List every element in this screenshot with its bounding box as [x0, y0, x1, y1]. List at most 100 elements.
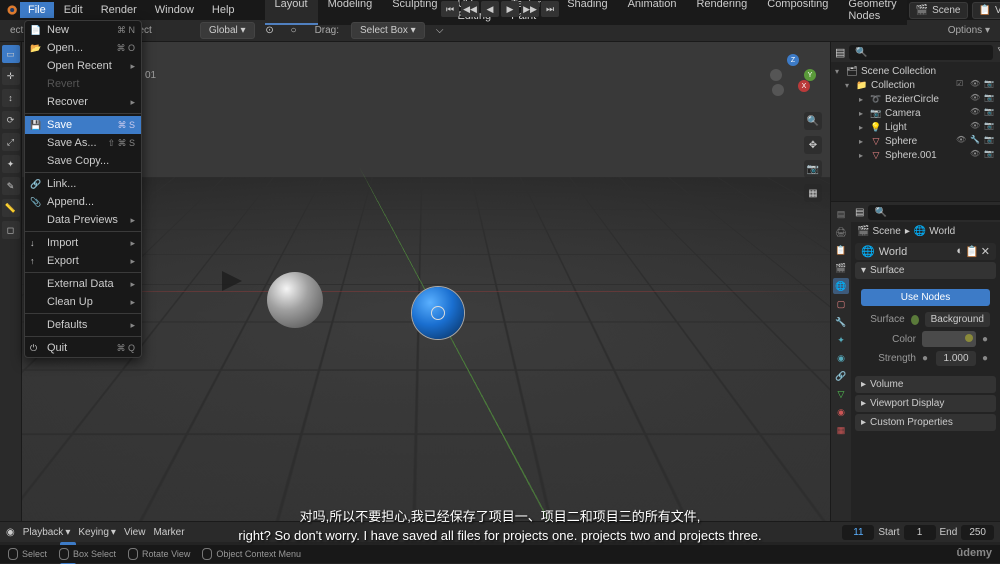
- tool-move[interactable]: ↕: [2, 89, 20, 107]
- tab-particles[interactable]: ✦: [833, 332, 849, 348]
- toggle-visible[interactable]: 👁: [970, 107, 982, 119]
- tool-select-box[interactable]: ▭: [2, 45, 20, 63]
- toggle-visible[interactable]: 👁: [970, 79, 982, 91]
- property-search[interactable]: [868, 205, 1000, 220]
- zoom-button[interactable]: 🔍: [804, 112, 822, 130]
- camera-object[interactable]: [222, 267, 258, 291]
- timeline-mode-icon[interactable]: ◉: [6, 527, 15, 538]
- toggle-visible[interactable]: 👁: [970, 93, 982, 105]
- outliner-search[interactable]: [849, 45, 993, 60]
- pan-button[interactable]: ✥: [804, 136, 822, 154]
- gizmo-neg-x[interactable]: [770, 69, 782, 81]
- play[interactable]: ▶: [501, 1, 519, 17]
- node-socket-icon[interactable]: [911, 315, 919, 325]
- color-picker[interactable]: [922, 331, 976, 347]
- menu-new[interactable]: 📄New⌘ N: [25, 21, 141, 39]
- strength-value[interactable]: 1.000: [936, 351, 976, 366]
- menu-save-as[interactable]: Save As...⇧ ⌘ S: [25, 134, 141, 152]
- node-socket-icon[interactable]: ●: [982, 353, 990, 364]
- viewlayer-selector[interactable]: 📋 ViewLayer: [972, 2, 1000, 19]
- node-socket-icon[interactable]: ●: [922, 353, 930, 364]
- menu-recover[interactable]: Recover▸: [25, 93, 141, 111]
- surface-value[interactable]: Background: [925, 312, 990, 327]
- menu-edit[interactable]: Edit: [56, 2, 91, 18]
- scene-selector[interactable]: 🎬 Scene: [909, 2, 968, 19]
- menu-save-copy[interactable]: Save Copy...: [25, 152, 141, 170]
- toggle-mod[interactable]: 🔧: [970, 135, 982, 147]
- current-frame[interactable]: 11: [842, 525, 874, 540]
- tab-viewlayer[interactable]: 📋: [833, 242, 849, 258]
- disclosure-icon[interactable]: ▸: [859, 137, 867, 146]
- sphere-selected-object[interactable]: [412, 287, 464, 339]
- node-socket-icon[interactable]: ●: [982, 334, 990, 345]
- toggle-exclude[interactable]: ☑: [956, 79, 968, 91]
- outliner-item-bezier[interactable]: ▸ ➰ BezierCircle 👁📷: [831, 92, 1000, 106]
- next-key[interactable]: ▶▶: [521, 1, 539, 17]
- gizmo-neg-y[interactable]: [772, 84, 784, 96]
- 3d-viewport[interactable]: Z Y X 🔍 ✥ 📷 ▦: [22, 42, 830, 521]
- disclosure-icon[interactable]: ▸: [859, 95, 867, 104]
- menu-clean-up[interactable]: Clean Up▸: [25, 293, 141, 311]
- menu-quit[interactable]: ⏻Quit⌘ Q: [25, 339, 141, 357]
- marker-menu[interactable]: Marker: [153, 527, 184, 538]
- use-nodes-button[interactable]: Use Nodes: [861, 289, 990, 306]
- tool-annotate[interactable]: ✎: [2, 177, 20, 195]
- gizmo-y-axis[interactable]: Y: [804, 69, 816, 81]
- tab-render[interactable]: ▤: [833, 206, 849, 222]
- unlink-icon[interactable]: ✕: [981, 245, 990, 258]
- tool-rotate[interactable]: ⟳: [2, 111, 20, 129]
- toggle-render[interactable]: 📷: [984, 107, 996, 119]
- panel-header-custom[interactable]: ▸Custom Properties: [855, 414, 996, 431]
- ws-compositing[interactable]: Compositing: [757, 0, 838, 25]
- bc-world[interactable]: 🌐World: [914, 226, 955, 237]
- menu-import[interactable]: ↓Import▸: [25, 234, 141, 252]
- new-icon[interactable]: ◐: [956, 245, 963, 258]
- tab-object[interactable]: ▢: [833, 296, 849, 312]
- toggle-render[interactable]: 📷: [984, 135, 996, 147]
- tab-texture[interactable]: ▦: [833, 422, 849, 438]
- toggle-visible[interactable]: 👁: [970, 121, 982, 133]
- disclosure-icon[interactable]: ▸: [859, 123, 867, 132]
- toggle-render[interactable]: 📷: [984, 149, 996, 161]
- toggle-render[interactable]: 📷: [984, 79, 996, 91]
- menu-defaults[interactable]: Defaults▸: [25, 316, 141, 334]
- gizmo-z-axis[interactable]: Z: [787, 54, 799, 66]
- menu-file[interactable]: File: [20, 2, 54, 18]
- keying-menu[interactable]: Keying ▾: [78, 527, 116, 538]
- jump-start[interactable]: ⏮: [441, 1, 459, 17]
- menu-link[interactable]: 🔗Link...: [25, 175, 141, 193]
- end-frame[interactable]: 250: [961, 525, 994, 540]
- orientation-select[interactable]: Global ▾: [200, 22, 255, 39]
- gizmo-x-axis[interactable]: X: [798, 80, 810, 92]
- perspective-button[interactable]: ▦: [804, 184, 822, 202]
- camera-view-button[interactable]: 📷: [804, 160, 822, 178]
- outliner-item-sphere001[interactable]: ▸ ▽ Sphere.001 👁📷: [831, 148, 1000, 162]
- bc-scene[interactable]: 🎬Scene: [857, 226, 901, 237]
- property-mode-icon[interactable]: ▤: [855, 207, 864, 218]
- outliner-item-sphere[interactable]: ▸ ▽ Sphere 👁🔧📷: [831, 134, 1000, 148]
- sphere-object[interactable]: [267, 272, 323, 328]
- menu-open-recent[interactable]: Open Recent▸: [25, 57, 141, 75]
- tab-scene[interactable]: 🎬: [833, 260, 849, 276]
- tab-world[interactable]: 🌐: [833, 278, 849, 294]
- prev-key[interactable]: ◀◀: [461, 1, 479, 17]
- disclosure-icon[interactable]: ▸: [859, 109, 867, 118]
- tab-constraints[interactable]: 🔗: [833, 368, 849, 384]
- tab-physics[interactable]: ◉: [833, 350, 849, 366]
- menu-open[interactable]: 📂Open...⌘ O: [25, 39, 141, 57]
- panel-header-volume[interactable]: ▸Volume: [855, 376, 996, 393]
- tab-modifier[interactable]: 🔧: [833, 314, 849, 330]
- start-frame[interactable]: 1: [904, 525, 936, 540]
- menu-append[interactable]: 📎Append...: [25, 193, 141, 211]
- toggle-render[interactable]: 📷: [984, 93, 996, 105]
- tool-cursor[interactable]: ✛: [2, 67, 20, 85]
- tab-output[interactable]: 🖨: [833, 224, 849, 240]
- menu-render[interactable]: Render: [93, 2, 145, 18]
- tool-measure[interactable]: 📏: [2, 199, 20, 217]
- tab-material[interactable]: ◉: [833, 404, 849, 420]
- options-dropdown[interactable]: Options ▾: [942, 23, 996, 38]
- menu-external-data[interactable]: External Data▸: [25, 275, 141, 293]
- tool-icon[interactable]: ⌵: [431, 22, 449, 40]
- tool-add[interactable]: ◻: [2, 221, 20, 239]
- toggle-render[interactable]: 📷: [984, 121, 996, 133]
